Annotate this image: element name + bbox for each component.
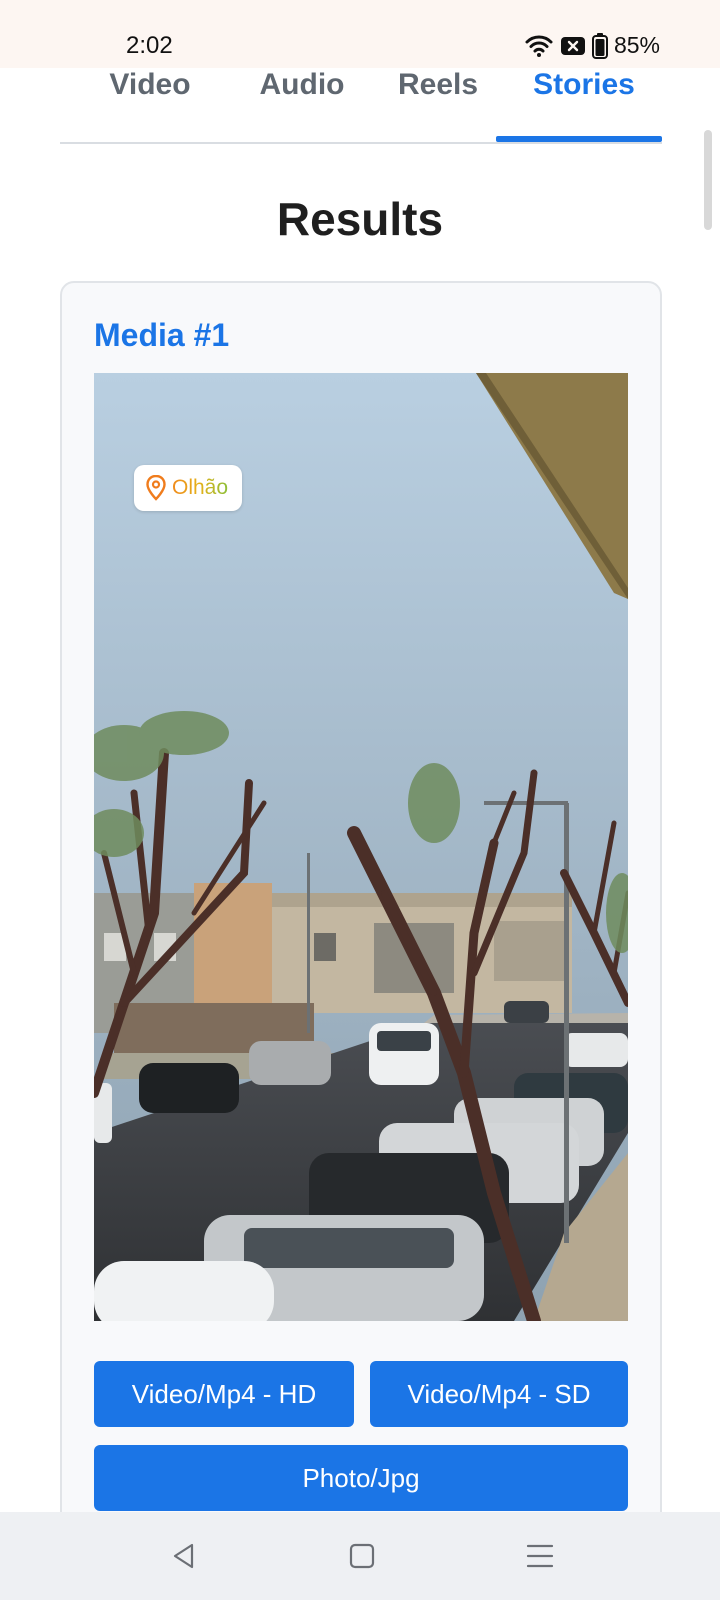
download-video-hd-button[interactable]: Video/Mp4 - HD xyxy=(94,1361,354,1427)
status-icons: 85% xyxy=(524,32,660,59)
active-tab-indicator xyxy=(496,136,662,142)
status-bar: 2:02 85% xyxy=(0,0,720,68)
back-icon[interactable] xyxy=(162,1534,206,1578)
download-video-sd-button[interactable]: Video/Mp4 - SD xyxy=(370,1361,628,1427)
media-type-tabs: Video Audio Reels Stories xyxy=(60,68,662,144)
menu-icon[interactable] xyxy=(518,1534,562,1578)
tab-audio[interactable]: Audio xyxy=(232,68,372,144)
navigation-bar xyxy=(0,1512,720,1600)
wifi-icon xyxy=(524,34,554,58)
location-label: Olhão xyxy=(172,476,229,499)
location-pin-icon xyxy=(146,475,166,501)
status-time: 2:02 xyxy=(126,32,173,59)
notification-blocked-icon xyxy=(560,36,586,56)
location-sticker: Olhão xyxy=(134,465,243,511)
tab-video[interactable]: Video xyxy=(90,68,210,144)
home-icon[interactable] xyxy=(340,1534,384,1578)
media-title: Media #1 xyxy=(94,317,230,353)
battery-icon xyxy=(591,32,608,59)
results-title: Results xyxy=(276,193,444,245)
story-preview-image: Olhão xyxy=(94,373,628,1321)
tab-reels[interactable]: Reels xyxy=(378,68,498,144)
battery-percent: 85% xyxy=(613,32,660,58)
tab-stories[interactable]: Stories xyxy=(504,68,664,144)
media-card: Media #1 Olhão Video/Mp4 - HD Video/Mp4 … xyxy=(60,281,662,1600)
download-photo-jpg-button[interactable]: Photo/Jpg xyxy=(94,1445,628,1511)
